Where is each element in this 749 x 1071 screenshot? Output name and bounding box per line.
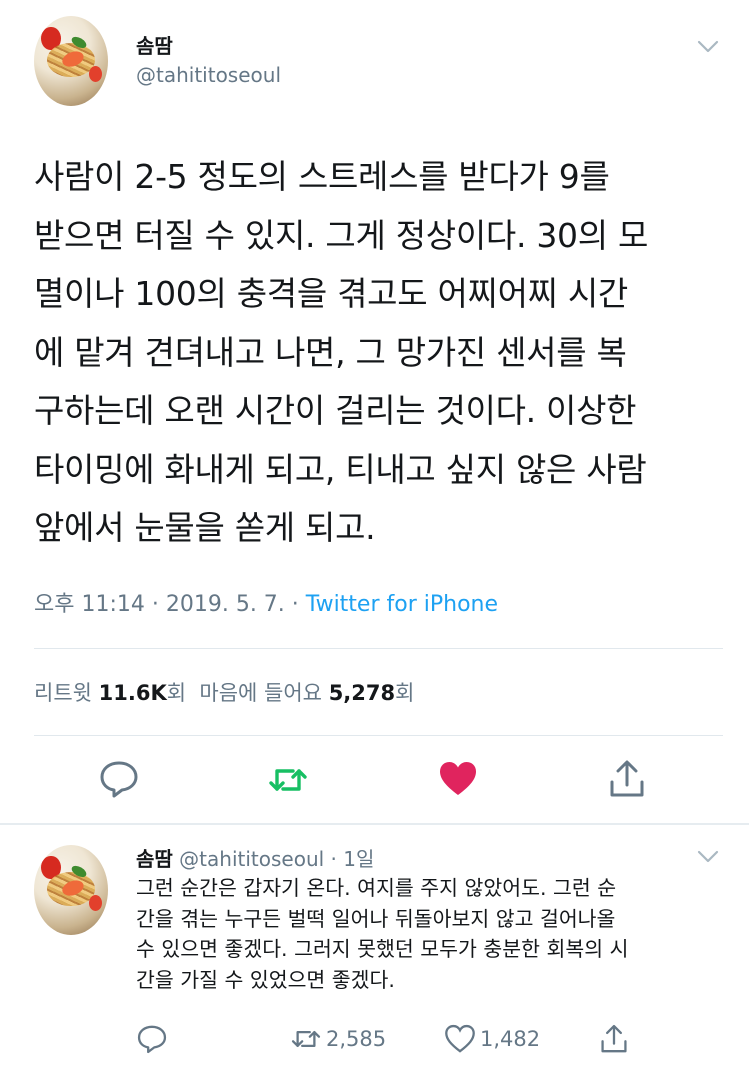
tweet-text-line: 에 맡겨 견뎌내고 나면, 그 망가진 센서를 복: [34, 332, 627, 372]
retweet-suffix: 회 마음에 들어요: [166, 681, 329, 705]
tweet-text: 사람이 2-5 정도의 스트레스를 받다가 9를 받으면 터질 수 있지. 그게…: [34, 148, 724, 558]
tweet-text-line: 앞에서 눈물을 쏟게 되고.: [34, 508, 376, 547]
share-icon[interactable]: [606, 758, 648, 800]
reply-retweet-count: 2,585: [326, 1027, 387, 1051]
divider: [34, 735, 723, 736]
reply-header[interactable]: 솜땀 @tahititoseoul · 1일: [136, 843, 374, 872]
reply-like-button[interactable]: 1,482: [444, 1022, 540, 1056]
share-icon: [601, 1024, 627, 1053]
divider: [34, 648, 723, 649]
tweet-text-line: 받으면 터질 수 있지. 그게 정상이다. 30의 모: [34, 215, 649, 255]
heart-icon[interactable]: [437, 758, 479, 800]
tweet-text-line: 타이밍에 화내게 되고, 티내고 싶지 않은 사람: [34, 449, 647, 489]
reply-author-avatar[interactable]: [34, 845, 108, 935]
reply-retweet-button[interactable]: 2,585: [290, 1022, 386, 1056]
retweet-icon[interactable]: [267, 759, 309, 801]
retweet-count: 11.6K: [98, 681, 167, 705]
tweet-text-line: 멸이나 100의 충격을 겪고도 어찌어찌 시간: [34, 274, 628, 313]
chevron-down-icon[interactable]: [697, 40, 719, 54]
reply-text: 그런 순간은 갑자기 온다. 여지를 주지 않았어도. 그런 순 간을 겪는 누…: [136, 873, 716, 995]
chevron-down-icon[interactable]: [697, 850, 719, 864]
tweet-text-line: 사람이 2-5 정도의 스트레스를 받다가 9를: [34, 157, 610, 196]
author-name[interactable]: 솜땀: [136, 30, 173, 59]
source-link[interactable]: Twitter for iPhone: [306, 592, 498, 617]
reply-text-line: 간을 가질 수 있었으면 좋겠다.: [136, 967, 395, 992]
like-count: 5,278: [328, 681, 396, 705]
reply-author-handle[interactable]: @tahititoseoul · 1일: [179, 847, 374, 871]
tweet-meta: 오후 11:14 · 2019. 5. 7. · Twitter for iPh…: [34, 586, 498, 618]
reply-icon: [137, 1025, 167, 1054]
tweet-text-line: 구하는데 오랜 시간이 걸리는 것이다. 이상한: [34, 391, 637, 430]
timestamp[interactable]: 오후 11:14 · 2019. 5. 7. ·: [34, 592, 306, 617]
author-handle[interactable]: @tahititoseoul: [136, 63, 281, 87]
reply-like-count: 1,482: [480, 1027, 541, 1051]
retweet-label: 리트윗: [34, 681, 99, 705]
retweet-icon: [291, 1031, 321, 1047]
reply-text-line: 그런 순간은 갑자기 온다. 여지를 주지 않았어도. 그런 순: [136, 876, 617, 900]
reply-icon[interactable]: [98, 758, 140, 800]
engagement-counts[interactable]: 리트윗 11.6K회 마음에 들어요 5,278회: [34, 677, 414, 707]
reply-text-line: 간을 겪는 누구든 벌떡 일어나 뒤돌아보지 않고 걸어나올: [136, 906, 616, 931]
reply-author-name[interactable]: 솜땀: [136, 847, 173, 871]
section-divider: [0, 823, 749, 825]
author-avatar[interactable]: [34, 16, 108, 106]
reply-text-line: 수 있으면 좋겠다. 그러지 못했던 모두가 충분한 회복의 시: [136, 937, 629, 961]
like-suffix: 회: [395, 681, 415, 705]
heart-icon: [445, 1024, 475, 1053]
reply-reply-button[interactable]: [136, 1022, 168, 1056]
reply-share-button[interactable]: [598, 1022, 630, 1056]
